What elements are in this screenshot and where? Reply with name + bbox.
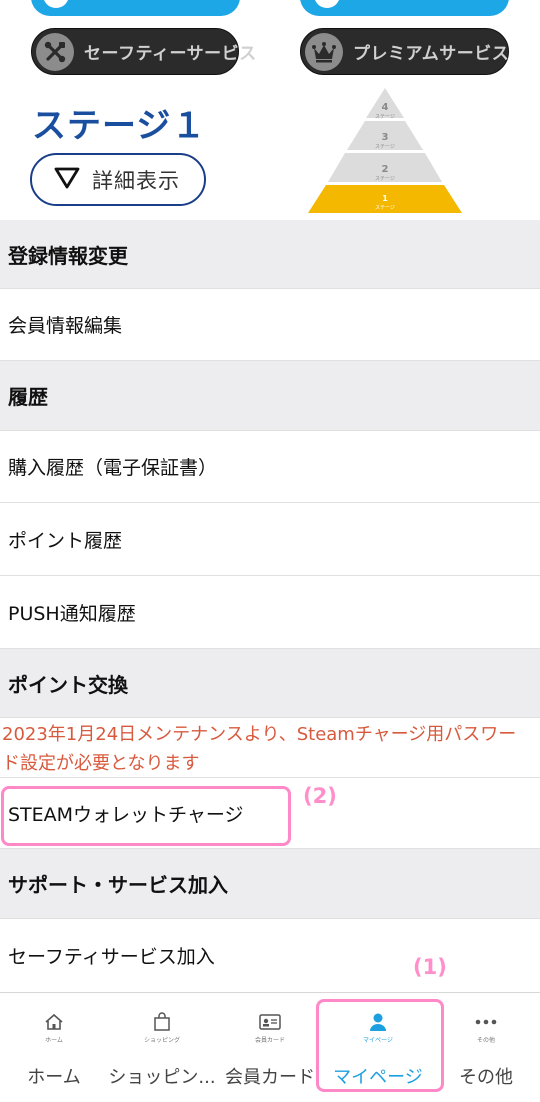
nav-other-label: その他 bbox=[459, 1067, 513, 1088]
tools-icon bbox=[36, 32, 74, 71]
pyramid-level-1-label: ステージ bbox=[375, 205, 395, 211]
mypage-screen: セーフティーサービス プレミアムサービス ステージ１ 詳細表示 4 ステージ 3… bbox=[0, 0, 540, 1102]
nav-tab-other[interactable]: その他 その他 bbox=[432, 993, 540, 1102]
menu-item-purchase-history[interactable]: 購入履歴（電子保証書） bbox=[0, 431, 540, 503]
detail-view-button[interactable]: 詳細表示 bbox=[30, 153, 206, 206]
premium-service-label: プレミアムサービス bbox=[353, 44, 510, 64]
highlight-box-1 bbox=[316, 999, 444, 1092]
pyramid-level-3-number: 3 bbox=[382, 132, 389, 143]
menu-item-point-history[interactable]: ポイント履歴 bbox=[0, 503, 540, 576]
nav-member-card-tiny-label: 会員カード bbox=[254, 1037, 285, 1044]
top-service-button-right[interactable] bbox=[300, 0, 509, 16]
pyramid-level-4-number: 4 bbox=[382, 102, 389, 113]
nav-other-tiny-label: その他 bbox=[476, 1037, 495, 1044]
service-icon bbox=[43, 0, 69, 8]
nav-tab-shopping[interactable]: ショッピング ショッピン... bbox=[108, 993, 216, 1102]
section-header-support: サポート・サービス加入 bbox=[0, 849, 540, 919]
detail-view-label: 詳細表示 bbox=[92, 168, 180, 193]
triangle-down-icon bbox=[54, 166, 80, 194]
service-icon bbox=[314, 0, 340, 8]
nav-member-card-label: 会員カード bbox=[225, 1067, 315, 1088]
nav-home-tiny-label: ホーム bbox=[45, 1037, 63, 1044]
stage-hero: セーフティーサービス プレミアムサービス ステージ１ 詳細表示 4 ステージ 3… bbox=[0, 0, 540, 220]
nav-tab-member-card[interactable]: 会員カード 会員カード bbox=[216, 993, 324, 1102]
pyramid-level-3-label: ステージ bbox=[375, 144, 395, 150]
nav-shopping-tiny-label: ショッピング bbox=[143, 1037, 180, 1044]
premium-service-button[interactable]: プレミアムサービス bbox=[300, 28, 509, 75]
maintenance-notice: 2023年1月24日メンテナンスより、Steamチャージ用パスワード設定が必要と… bbox=[0, 718, 540, 778]
menu-item-push-history[interactable]: PUSH通知履歴 bbox=[0, 576, 540, 649]
stage-title: ステージ１ bbox=[32, 106, 207, 146]
pyramid-level-4-label: ステージ bbox=[375, 114, 395, 120]
bottom-navigation-bar: ホーム ホーム ショッピング ショッピン... 会員カード 会員カード マイペー… bbox=[0, 992, 540, 1102]
menu-item-member-info-edit[interactable]: 会員情報編集 bbox=[0, 289, 540, 361]
nav-home-label: ホーム bbox=[27, 1067, 81, 1088]
section-header-point-exchange: ポイント交換 bbox=[0, 649, 540, 718]
section-header-history: 履歴 bbox=[0, 361, 540, 431]
top-service-button-left[interactable] bbox=[31, 0, 240, 16]
stage-pyramid: 4 ステージ 3 ステージ 2 ステージ 1 ステージ bbox=[308, 88, 462, 213]
pyramid-level-1-number: 1 bbox=[382, 194, 388, 203]
annotation-label-2: (2) bbox=[303, 784, 337, 808]
member-card-icon bbox=[259, 1011, 281, 1033]
crown-icon bbox=[305, 32, 343, 71]
pyramid-level-2-number: 2 bbox=[382, 164, 389, 175]
highlight-box-2 bbox=[1, 786, 291, 846]
safety-service-label: セーフティーサービス bbox=[84, 44, 257, 64]
more-dots-icon bbox=[475, 1011, 497, 1033]
nav-tab-home[interactable]: ホーム ホーム bbox=[0, 993, 108, 1102]
menu-item-safety-service-join[interactable]: セーフティサービス加入 bbox=[0, 919, 540, 992]
home-icon bbox=[44, 1011, 64, 1033]
annotation-label-1: (1) bbox=[413, 955, 447, 979]
section-header-registration: 登録情報変更 bbox=[0, 220, 540, 289]
safety-service-button[interactable]: セーフティーサービス bbox=[31, 28, 256, 75]
pyramid-level-2-label: ステージ bbox=[375, 176, 395, 182]
nav-shopping-label: ショッピン... bbox=[108, 1067, 216, 1088]
shopping-bag-icon bbox=[152, 1011, 172, 1033]
